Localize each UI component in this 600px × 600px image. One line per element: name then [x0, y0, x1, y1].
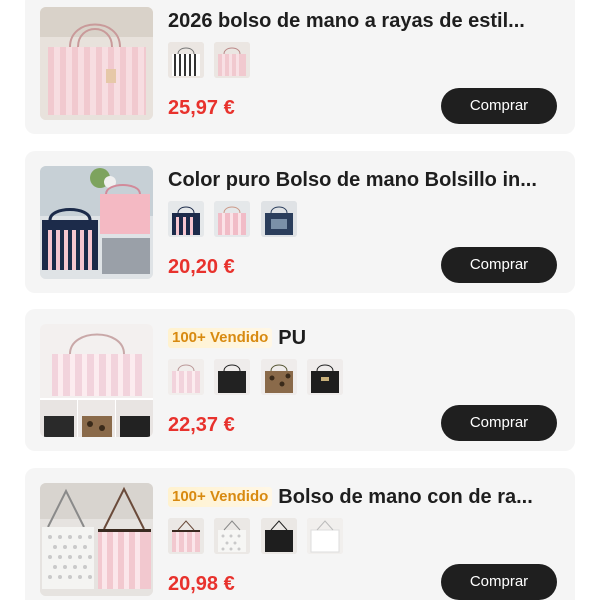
- variant-swatch[interactable]: [214, 359, 251, 395]
- variant-swatch[interactable]: [260, 518, 297, 554]
- variant-swatch[interactable]: [214, 518, 251, 554]
- product-title-row[interactable]: Color puro Bolso de mano Bolsillo in...: [168, 167, 563, 193]
- product-title-row[interactable]: 100+ Vendido Bolso de mano con de ra...: [168, 484, 563, 510]
- product-price: 20,98 €: [168, 573, 235, 595]
- product-image[interactable]: [40, 324, 153, 437]
- variant-swatch[interactable]: [168, 201, 204, 237]
- product-price: 20,20 €: [168, 256, 235, 278]
- variant-swatches: [168, 201, 303, 237]
- variant-swatches: [168, 359, 349, 395]
- variant-swatches: [168, 518, 349, 554]
- variant-swatch[interactable]: [168, 518, 204, 554]
- product-title-row[interactable]: 2026 bolso de mano a rayas de estil...: [168, 8, 563, 34]
- variant-swatches: [168, 42, 256, 78]
- product-card[interactable]: 100+ Vendido Bolso de mano con de ra... 2…: [25, 468, 575, 600]
- product-title[interactable]: Color puro Bolso de mano Bolsillo in...: [168, 169, 537, 191]
- variant-swatch[interactable]: [260, 359, 297, 395]
- product-price: 22,37 €: [168, 414, 235, 436]
- buy-button[interactable]: Comprar: [441, 564, 557, 600]
- product-card[interactable]: Color puro Bolso de mano Bolsillo in... …: [25, 151, 575, 293]
- sold-badge: 100+ Vendido: [168, 487, 273, 507]
- variant-swatch[interactable]: [307, 518, 344, 554]
- sold-badge: 100+ Vendido: [168, 328, 273, 348]
- variant-swatch[interactable]: [214, 201, 251, 237]
- product-image[interactable]: [40, 166, 153, 279]
- variant-swatch[interactable]: [168, 42, 204, 78]
- buy-button[interactable]: Comprar: [441, 88, 557, 124]
- product-card[interactable]: 2026 bolso de mano a rayas de estil... 2…: [25, 0, 575, 134]
- variant-swatch[interactable]: [168, 359, 204, 395]
- variant-swatch[interactable]: [214, 42, 251, 78]
- product-title-row[interactable]: 100+ Vendido PU: [168, 325, 563, 351]
- buy-button[interactable]: Comprar: [441, 405, 557, 441]
- product-title[interactable]: PU: [278, 327, 306, 349]
- product-image[interactable]: [40, 7, 153, 120]
- product-image[interactable]: [40, 483, 153, 596]
- buy-button[interactable]: Comprar: [441, 247, 557, 283]
- product-title[interactable]: 2026 bolso de mano a rayas de estil...: [168, 10, 525, 32]
- product-list: 2026 bolso de mano a rayas de estil... 2…: [0, 0, 600, 600]
- product-title[interactable]: Bolso de mano con de ra...: [278, 486, 533, 508]
- product-card[interactable]: 100+ Vendido PU 22,37 € Comprar: [25, 309, 575, 451]
- variant-swatch[interactable]: [260, 201, 297, 237]
- product-price: 25,97 €: [168, 97, 235, 119]
- variant-swatch[interactable]: [307, 359, 344, 395]
